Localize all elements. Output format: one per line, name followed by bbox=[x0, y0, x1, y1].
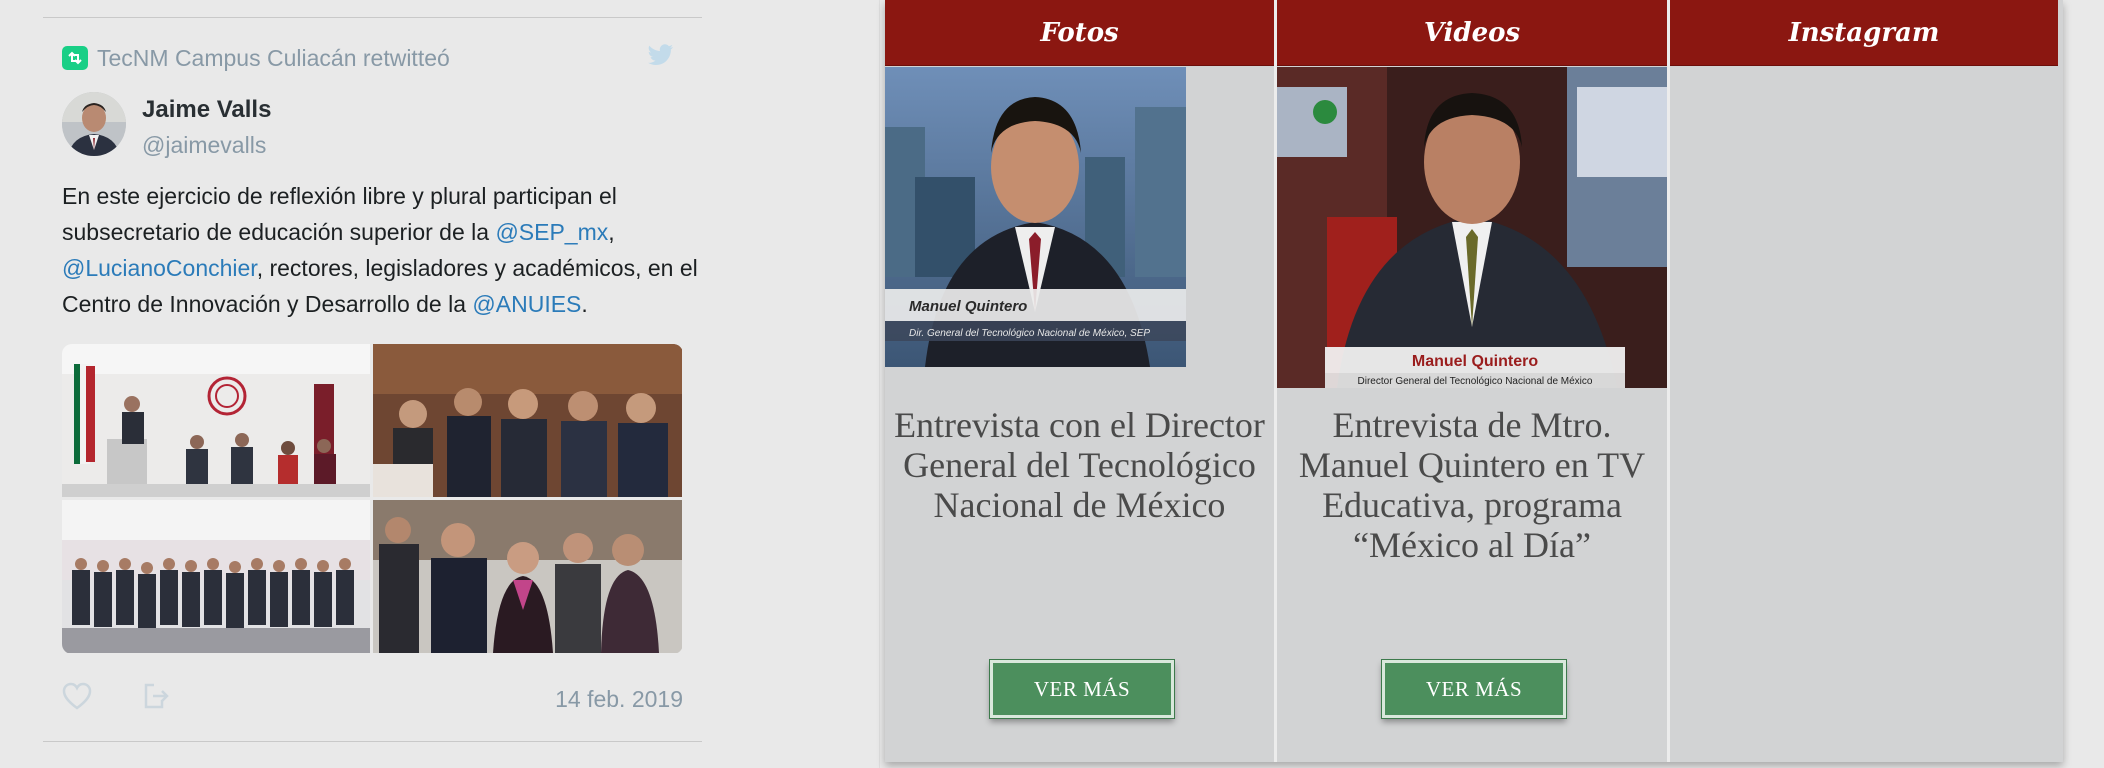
fotos-lower-third-sub: Dir. General del Tecnológico Nacional de… bbox=[909, 328, 1150, 339]
tab-instagram[interactable]: Instagram bbox=[1670, 0, 2058, 66]
tweet-text-segment: , bbox=[608, 219, 615, 245]
tab-fotos[interactable]: Fotos bbox=[885, 0, 1274, 66]
fotos-ver-mas-button[interactable]: VER MÁS bbox=[989, 659, 1175, 719]
instagram-column: Instagram bbox=[1670, 0, 2058, 762]
videos-card-title[interactable]: Entrevista de Mtro. Manuel Quintero en T… bbox=[1277, 405, 1667, 565]
fotos-thumbnail[interactable]: Manuel Quintero Dir. General del Tecnoló… bbox=[885, 67, 1186, 367]
mention-link[interactable]: @SEP_mx bbox=[495, 219, 608, 245]
mention-link[interactable]: @ANUIES bbox=[472, 291, 581, 317]
tweet-text-segment: . bbox=[581, 291, 588, 317]
share-icon[interactable] bbox=[142, 680, 172, 710]
tweet-text: En este ejercicio de reflexión libre y p… bbox=[62, 178, 702, 322]
videos-ver-mas-button[interactable]: VER MÁS bbox=[1381, 659, 1567, 719]
tweet-photo-group[interactable] bbox=[62, 500, 370, 653]
tweet-media-grid[interactable] bbox=[62, 344, 683, 654]
fotos-card-title[interactable]: Entrevista con el Director General del T… bbox=[885, 405, 1274, 525]
retweet-line[interactable]: TecNM Campus Culiacán retwitteó bbox=[62, 44, 450, 72]
tweet-panel: TecNM Campus Culiacán retwitteó Jaime Va… bbox=[0, 0, 880, 768]
tweet-date[interactable]: 14 feb. 2019 bbox=[555, 686, 683, 713]
fotos-lower-third-name: Manuel Quintero bbox=[909, 298, 1027, 315]
tweet-actions: 14 feb. 2019 bbox=[62, 680, 683, 716]
divider bbox=[43, 17, 702, 18]
videos-lower-third-sub: Director General del Tecnológico Naciona… bbox=[1358, 376, 1593, 387]
tweet-photo-seated[interactable] bbox=[373, 500, 682, 653]
retweet-text: TecNM Campus Culiacán retwitteó bbox=[97, 44, 450, 71]
tweet-photo-audience[interactable] bbox=[373, 344, 682, 497]
videos-thumbnail[interactable]: Manuel Quintero Director General del Tec… bbox=[1277, 67, 1667, 388]
author-handle[interactable]: @jaimevalls bbox=[142, 132, 266, 159]
mention-link[interactable]: @LucianoConchier bbox=[62, 255, 257, 281]
fotos-column: Fotos Manuel Quintero Dir. General del T… bbox=[885, 0, 1274, 762]
retweet-icon bbox=[62, 46, 88, 70]
tab-videos[interactable]: Videos bbox=[1277, 0, 1667, 66]
videos-column: Videos Manuel Quintero Director General … bbox=[1277, 0, 1667, 762]
author-name[interactable]: Jaime Valls bbox=[142, 96, 271, 124]
videos-lower-third-name: Manuel Quintero bbox=[1412, 353, 1538, 370]
twitter-bird-icon[interactable] bbox=[648, 44, 674, 66]
author-avatar[interactable] bbox=[62, 92, 126, 156]
heart-icon[interactable] bbox=[62, 682, 92, 710]
divider bbox=[43, 741, 702, 742]
media-panel: Fotos Manuel Quintero Dir. General del T… bbox=[885, 0, 2063, 762]
tweet-photo-podium[interactable] bbox=[62, 344, 370, 497]
